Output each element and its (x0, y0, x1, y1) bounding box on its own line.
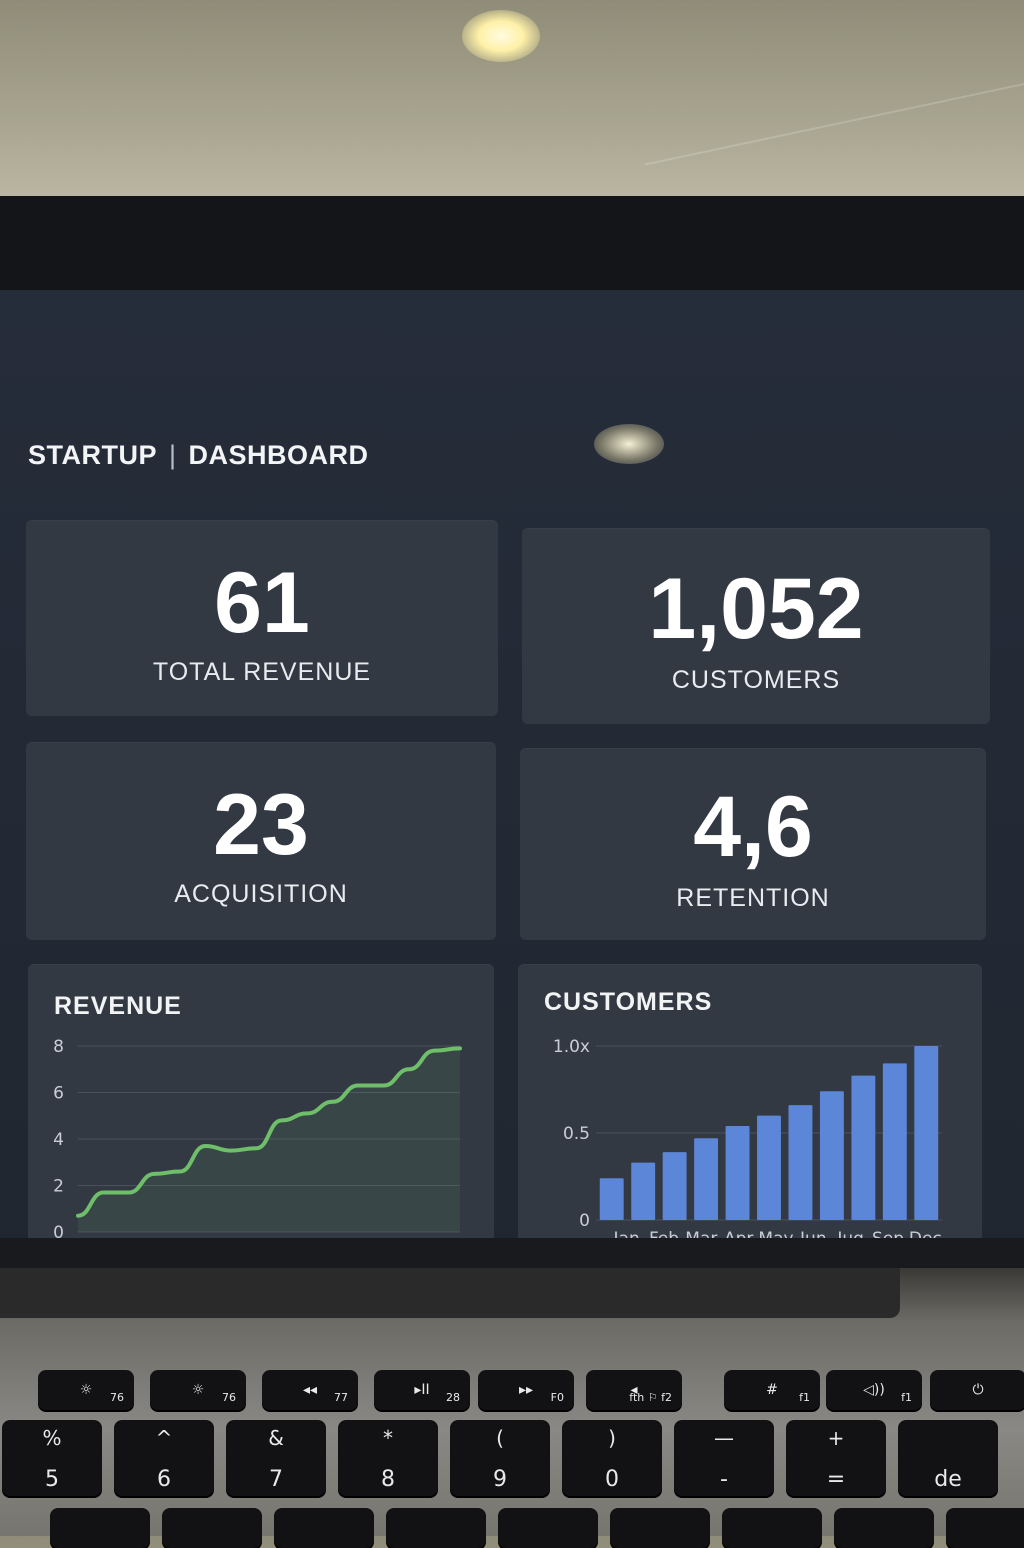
revenue-y-tick: 4 (53, 1130, 64, 1150)
function-key[interactable]: ◂◂ 77 (262, 1370, 358, 1410)
kpi-label-customers: CUSTOMERS (671, 666, 841, 694)
number-key-symbol: 0 (605, 1467, 619, 1492)
function-key[interactable]: ☼ 76 (150, 1370, 246, 1410)
hinge (0, 1268, 900, 1318)
kpi-label-acquisition: ACQUISITION (174, 880, 348, 908)
letter-key[interactable] (162, 1508, 262, 1548)
number-key-shift-symbol: * (383, 1426, 393, 1450)
number-key-symbol: 7 (269, 1467, 283, 1492)
number-key[interactable]: * 8 (338, 1420, 438, 1496)
customers-bar (662, 1152, 687, 1220)
customers-bar-chart: 00.51.0xJanFebMarAprMayJunJugSepDec (553, 1037, 942, 1249)
number-key-shift-symbol: + (827, 1426, 845, 1450)
number-key[interactable]: de (898, 1420, 998, 1496)
number-key-symbol: = (826, 1467, 846, 1492)
number-key-symbol: de (934, 1467, 962, 1492)
number-key-shift-symbol: ( (496, 1426, 504, 1450)
customers-bar (757, 1115, 781, 1220)
function-key-label: 28 (446, 1391, 460, 1404)
letter-key[interactable] (386, 1508, 486, 1548)
letter-key[interactable] (50, 1508, 150, 1548)
number-key[interactable]: — - (674, 1420, 774, 1496)
kpi-card-customers[interactable]: 1,052 CUSTOMERS (522, 528, 990, 724)
customers-y-tick: 1.0x (553, 1037, 590, 1057)
kpi-card-retention[interactable]: 4,6 RETENTION (520, 748, 986, 940)
number-key-symbol: 6 (157, 1467, 171, 1492)
customers-bar (851, 1075, 876, 1220)
app-title-separator: | (169, 440, 177, 470)
revenue-y-tick: 6 (53, 1084, 64, 1104)
laptop-bezel: STARTUP | DASHBOARD 61 TOTAL REVENUE 1,052… (0, 192, 1024, 1330)
letter-key[interactable] (834, 1508, 934, 1548)
letter-key[interactable] (498, 1508, 598, 1548)
customers-bar (725, 1126, 750, 1220)
customers-bar (694, 1138, 719, 1220)
number-key-shift-symbol: — (714, 1426, 734, 1450)
customers-y-tick: 0.5 (563, 1124, 590, 1144)
number-key[interactable]: ) 0 (562, 1420, 662, 1496)
number-key-shift-symbol: & (268, 1426, 284, 1450)
letter-key[interactable] (722, 1508, 822, 1548)
number-key[interactable]: + = (786, 1420, 886, 1496)
screen-glare (594, 424, 664, 464)
function-key-label: 76 (110, 1391, 124, 1404)
kpi-value-acquisition: 23 (213, 777, 309, 873)
letter-key[interactable] (610, 1508, 710, 1548)
app-title-right: DASHBOARD (188, 440, 369, 470)
customers-bar (882, 1063, 907, 1220)
revenue-y-tick: 8 (53, 1037, 64, 1057)
app-title-left: STARTUP (28, 440, 157, 470)
function-key[interactable]: ☼ 76 (38, 1370, 134, 1410)
letter-key[interactable] (946, 1508, 1024, 1548)
customers-y-tick: 0 (579, 1211, 590, 1231)
app-title: STARTUP | DASHBOARD (28, 440, 369, 471)
customers-chart-card: CUSTOMERS 00.51.0xJanFebMarAprMayJunJugS… (518, 964, 982, 1278)
customers-bar (599, 1178, 624, 1220)
kpi-label-total-revenue: TOTAL REVENUE (152, 658, 372, 686)
function-key[interactable]: ▸▸ F0 (478, 1370, 574, 1410)
function-key[interactable]: ⏻ (930, 1370, 1024, 1410)
kpi-card-acquisition[interactable]: 23 ACQUISITION (26, 742, 496, 940)
wall-seam (644, 76, 1024, 166)
dashboard-screen: STARTUP | DASHBOARD 61 TOTAL REVENUE 1,052… (0, 290, 1024, 1330)
function-key-label: F0 (550, 1391, 564, 1404)
revenue-area (78, 1048, 460, 1232)
number-key[interactable]: & 7 (226, 1420, 326, 1496)
customers-bar (819, 1091, 844, 1220)
kpi-card-total-revenue[interactable]: 61 TOTAL REVENUE (26, 520, 498, 716)
customers-bar (631, 1162, 656, 1220)
customers-bar (788, 1105, 813, 1220)
function-key[interactable]: # f1 (724, 1370, 820, 1410)
function-key-label: 76 (222, 1391, 236, 1404)
function-key-label: f1 (901, 1391, 912, 1404)
function-key-label: fth ⚐ f2 (629, 1391, 672, 1404)
letter-key[interactable] (274, 1508, 374, 1548)
number-key-symbol: 5 (45, 1467, 59, 1492)
kpi-value-total-revenue: 61 (214, 555, 310, 651)
function-key[interactable]: ◂ fth ⚐ f2 (586, 1370, 682, 1410)
number-key-symbol: 8 (381, 1467, 395, 1492)
function-key[interactable]: ▸II 28 (374, 1370, 470, 1410)
bezel-lip (0, 1238, 1024, 1268)
function-key-symbol: ⏻ (972, 1382, 984, 1398)
number-key[interactable]: % 5 (2, 1420, 102, 1496)
kpi-value-retention: 4,6 (693, 779, 813, 875)
function-key-label: 77 (334, 1391, 348, 1404)
number-key-symbol: 9 (493, 1467, 507, 1492)
number-key-shift-symbol: % (42, 1426, 62, 1450)
function-key[interactable]: ◁)) f1 (826, 1370, 922, 1410)
ceiling-light (462, 10, 540, 62)
revenue-y-tick: 2 (53, 1177, 64, 1197)
number-key-shift-symbol: ^ (155, 1426, 173, 1450)
number-key-shift-symbol: ) (608, 1426, 616, 1450)
number-key[interactable]: ^ 6 (114, 1420, 214, 1496)
number-key[interactable]: (9 (450, 1420, 550, 1496)
kpi-label-retention: RETENTION (676, 884, 830, 912)
customers-bar (914, 1046, 939, 1220)
function-key-label: f1 (799, 1391, 810, 1404)
kpi-value-customers: 1,052 (648, 561, 864, 657)
number-key-symbol: - (720, 1467, 728, 1492)
